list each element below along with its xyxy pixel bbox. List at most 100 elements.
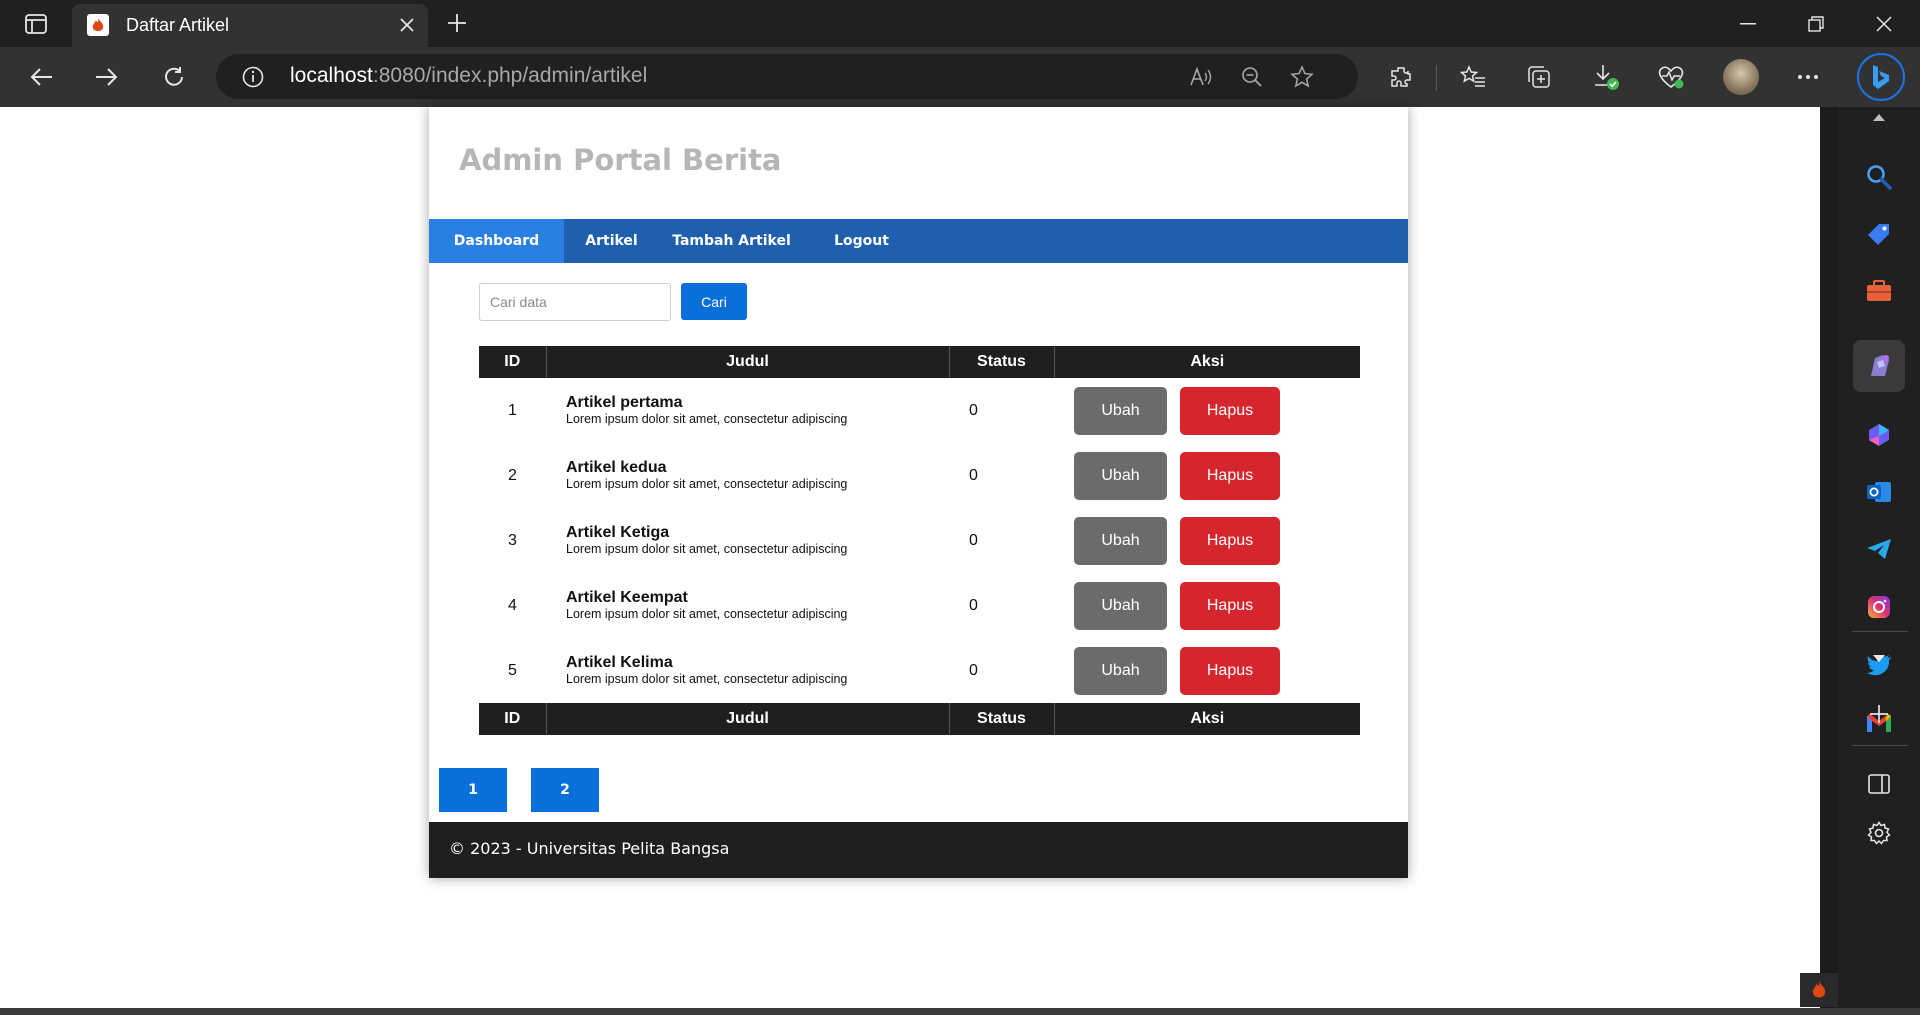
bing-copilot-icon[interactable] (1857, 53, 1905, 101)
row-actions: Ubah Hapus (1054, 443, 1360, 508)
codeigniter-favicon-icon (87, 14, 109, 36)
row-status: 0 (969, 531, 978, 549)
row-id: 1 (508, 401, 517, 419)
article-title: Artikel kedua (566, 459, 667, 476)
search-input[interactable] (479, 283, 671, 321)
more-options-icon[interactable] (1789, 58, 1827, 96)
close-window-icon[interactable] (1864, 0, 1904, 47)
main-nav: Dashboard Artikel Tambah Artikel Logout (429, 219, 1408, 263)
profile-avatar[interactable] (1723, 59, 1759, 95)
article-excerpt: Lorem ipsum dolor sit amet, consectetur … (566, 412, 848, 426)
header-status: Status (949, 346, 1055, 378)
outlook-icon[interactable] (1860, 473, 1898, 511)
footer-id: ID (479, 703, 547, 735)
address-bar[interactable]: localhost:8080/index.php/admin/artikel (216, 54, 1358, 99)
edit-button[interactable]: Ubah (1074, 581, 1167, 630)
settings-gear-icon[interactable] (1860, 814, 1898, 852)
downloads-icon[interactable] (1587, 58, 1625, 96)
table-row: 3 Artikel Ketiga Lorem ipsum dolor sit a… (479, 508, 1360, 573)
taskbar-edge (0, 1008, 1920, 1015)
sidebar-scroll-up-icon[interactable] (1860, 107, 1898, 127)
row-id: 5 (508, 661, 517, 679)
articles-table: ID Judul Status Aksi 1 Artikel pertama L… (479, 346, 1360, 735)
copilot-icon[interactable] (1860, 416, 1898, 454)
hide-sidebar-icon[interactable] (1860, 765, 1898, 803)
article-excerpt: Lorem ipsum dolor sit amet, consectetur … (566, 542, 848, 556)
page-1-button[interactable]: 1 (439, 768, 507, 812)
footer-status: Status (949, 703, 1055, 735)
tools-icon[interactable] (1860, 272, 1898, 310)
url-text: localhost:8080/index.php/admin/artikel (290, 64, 648, 87)
edit-button[interactable]: Ubah (1074, 646, 1167, 695)
nav-dashboard[interactable]: Dashboard (429, 219, 564, 263)
edit-button[interactable]: Ubah (1074, 451, 1167, 500)
table-row: 4 Artikel Keempat Lorem ipsum dolor sit … (479, 573, 1360, 638)
restore-icon[interactable] (1796, 0, 1836, 47)
header-aksi: Aksi (1054, 346, 1360, 378)
tab-title: Daftar Artikel (126, 15, 230, 35)
collections-icon[interactable] (1520, 58, 1558, 96)
read-aloud-icon[interactable] (1182, 58, 1220, 96)
row-id: 4 (508, 596, 517, 614)
row-judul: Artikel Kelima Lorem ipsum dolor sit ame… (546, 638, 949, 703)
edit-button[interactable]: Ubah (1074, 386, 1167, 435)
page-viewport: Admin Portal Berita Dashboard Artikel Ta… (0, 107, 1820, 1008)
new-tab-icon[interactable] (440, 8, 474, 38)
edit-button[interactable]: Ubah (1074, 516, 1167, 565)
delete-button[interactable]: Hapus (1180, 386, 1280, 435)
edge-sidebar (1838, 107, 1920, 1015)
browser-essentials-icon[interactable] (1652, 58, 1690, 96)
browser-tab[interactable]: Daftar Artikel (72, 4, 428, 47)
sidebar-more-apps-icon[interactable] (1860, 639, 1898, 677)
sidebar-divider (1852, 745, 1908, 746)
search-button[interactable]: Cari (681, 283, 747, 320)
site-info-icon[interactable] (234, 58, 272, 96)
table-header-row: ID Judul Status Aksi (479, 346, 1360, 378)
header-judul: Judul (546, 346, 950, 378)
browser-toolbar: localhost:8080/index.php/admin/artikel (0, 47, 1920, 107)
refresh-icon[interactable] (155, 58, 193, 96)
page-container: Admin Portal Berita Dashboard Artikel Ta… (429, 107, 1408, 878)
forward-icon[interactable] (88, 58, 126, 96)
back-icon[interactable] (22, 58, 60, 96)
shopping-tag-icon[interactable] (1860, 215, 1898, 253)
toolbar-divider (1436, 65, 1437, 91)
extensions-icon[interactable] (1382, 58, 1420, 96)
games-icon[interactable] (1860, 347, 1898, 385)
nav-artikel[interactable]: Artikel (564, 219, 659, 263)
delete-button[interactable]: Hapus (1180, 516, 1280, 565)
nav-logout[interactable]: Logout (804, 219, 919, 263)
favorite-star-icon[interactable] (1283, 58, 1321, 96)
row-judul: Artikel pertama Lorem ipsum dolor sit am… (546, 378, 949, 443)
article-excerpt: Lorem ipsum dolor sit amet, consectetur … (566, 672, 848, 686)
row-id: 2 (508, 466, 517, 484)
row-status: 0 (969, 596, 978, 614)
row-actions: Ubah Hapus (1054, 378, 1360, 443)
browser-tab-bar: Daftar Artikel (0, 0, 1920, 47)
row-status: 0 (969, 661, 978, 679)
page-footer: © 2023 - Universitas Pelita Bangsa (429, 822, 1408, 878)
search-icon[interactable] (1860, 158, 1898, 196)
telegram-icon[interactable] (1860, 530, 1898, 568)
minimize-icon[interactable] (1728, 0, 1768, 47)
instagram-icon[interactable] (1860, 588, 1898, 626)
sidebar-divider (1852, 631, 1908, 632)
page-2-button[interactable]: 2 (531, 768, 599, 812)
delete-button[interactable]: Hapus (1180, 451, 1280, 500)
zoom-out-icon[interactable] (1233, 58, 1271, 96)
delete-button[interactable]: Hapus (1180, 581, 1280, 630)
site-title: Admin Portal Berita (459, 143, 782, 177)
article-excerpt: Lorem ipsum dolor sit amet, consectetur … (566, 607, 848, 621)
article-title: Artikel Keempat (566, 589, 688, 606)
tab-actions-icon[interactable] (16, 0, 56, 47)
article-excerpt: Lorem ipsum dolor sit amet, consectetur … (566, 477, 848, 491)
add-app-icon[interactable] (1860, 695, 1898, 733)
close-tab-icon[interactable] (394, 12, 420, 38)
row-status: 0 (969, 401, 978, 419)
favorites-icon[interactable] (1454, 58, 1492, 96)
page-scrollbar[interactable] (1820, 107, 1838, 1015)
nav-tambah-artikel[interactable]: Tambah Artikel (659, 219, 804, 263)
row-judul: Artikel kedua Lorem ipsum dolor sit amet… (546, 443, 949, 508)
codeigniter-toolbar-icon[interactable] (1800, 973, 1838, 1007)
delete-button[interactable]: Hapus (1180, 646, 1280, 695)
